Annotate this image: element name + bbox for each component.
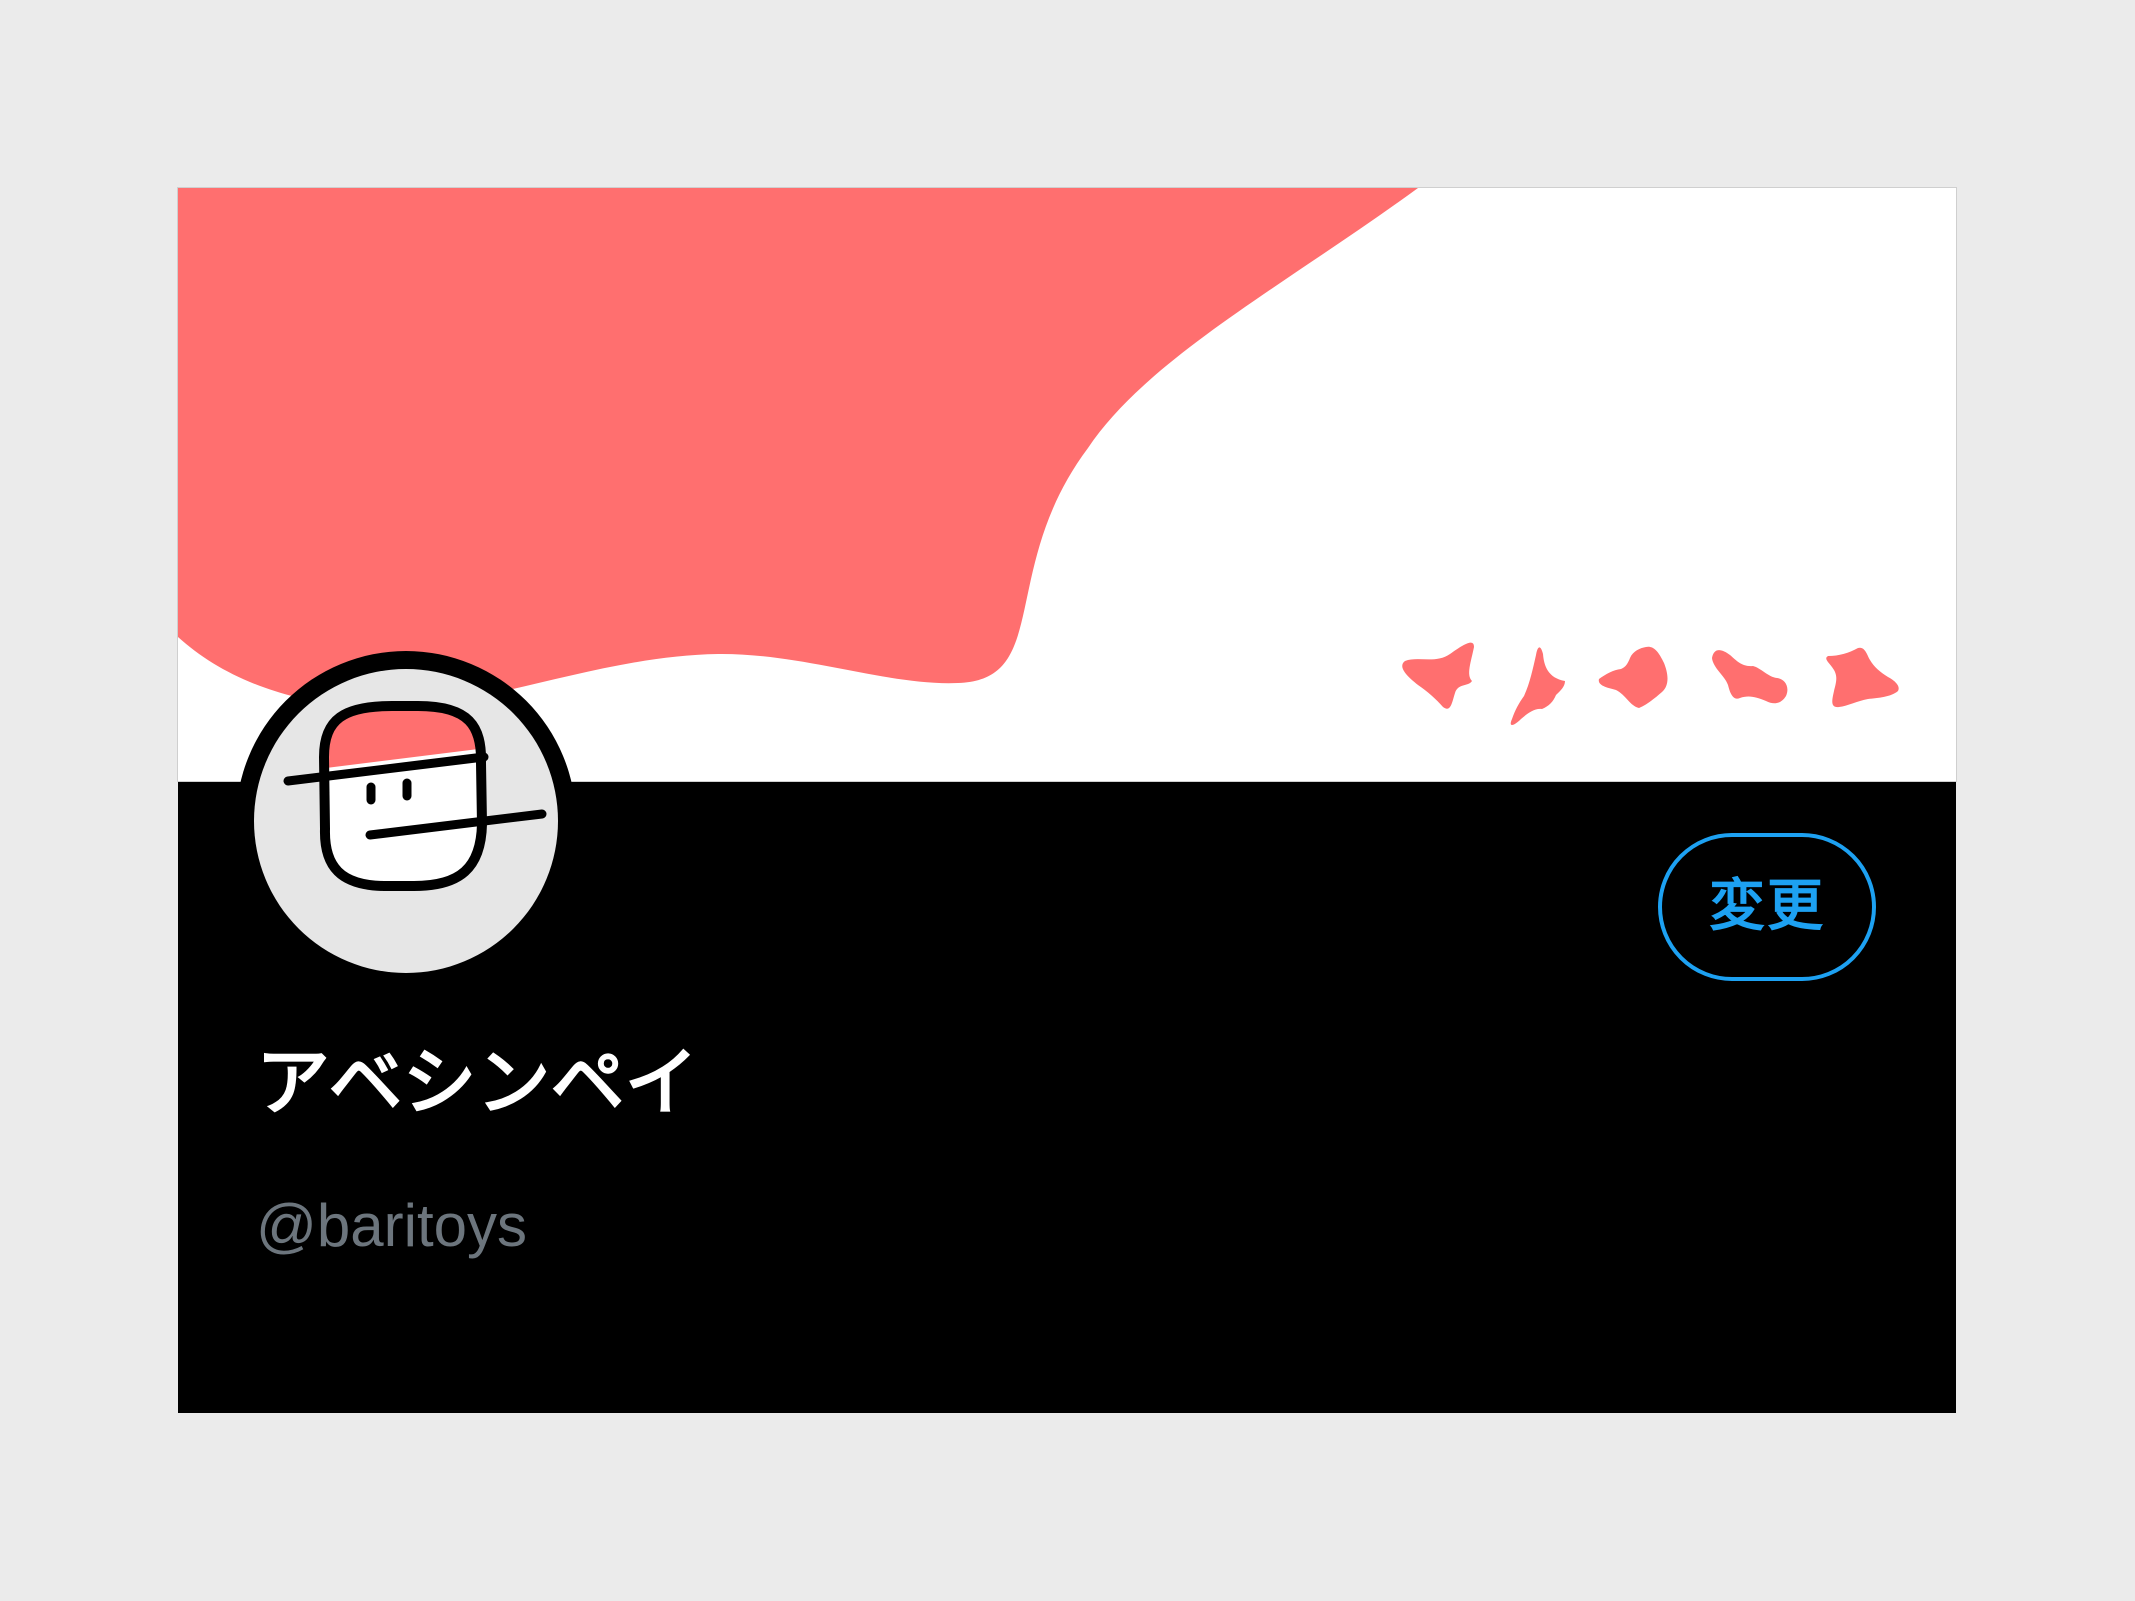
page: 変更 アベシンペイ @baritoys [0,0,2135,1601]
avatar-image [254,669,558,973]
splash-1-icon [1402,642,1474,709]
change-profile-button[interactable]: 変更 [1658,833,1876,981]
display-name: アベシンペイ [256,1040,699,1126]
splash-2-icon [1510,647,1565,726]
splash-5-icon [1826,647,1899,708]
profile-handle: @baritoys [256,1192,527,1259]
coral-wave [178,188,1418,708]
profile-card: 変更 アベシンペイ @baritoys [177,187,1957,1413]
coral-splash-icons [1402,642,1899,726]
splash-4-icon [1712,650,1788,704]
profile-avatar[interactable] [236,651,576,991]
splash-3-icon [1598,646,1668,708]
capped-face-avatar-icon [283,701,547,891]
